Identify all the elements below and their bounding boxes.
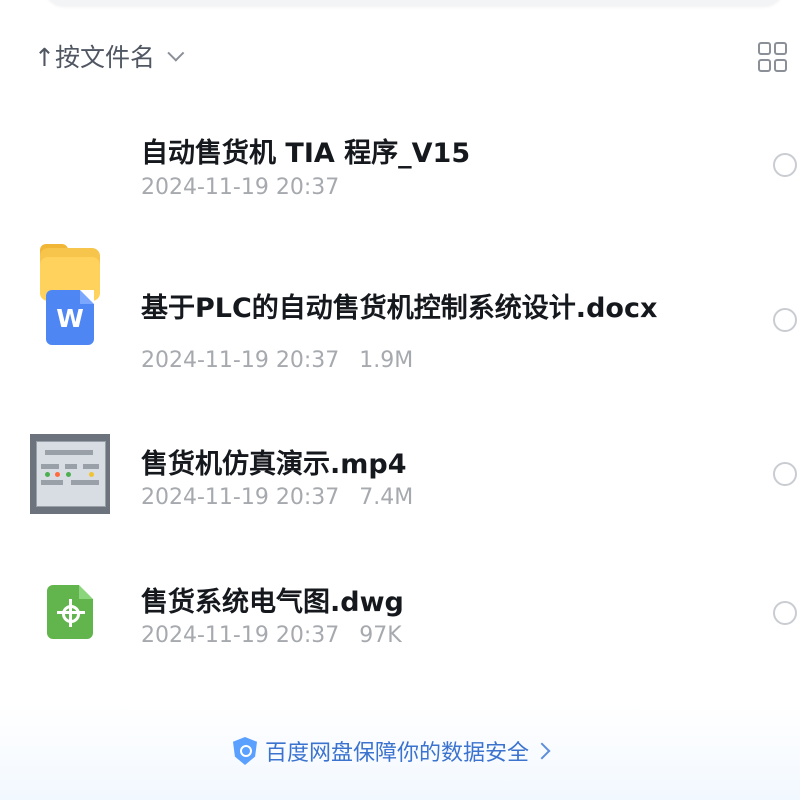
file-row-dwg[interactable]: 售货系统电气图.dwg 2024-11-19 20:37 97K bbox=[0, 570, 800, 690]
file-row-folder[interactable]: 自动售货机 TIA 程序_V15 2024-11-19 20:37 bbox=[0, 112, 800, 301]
data-security-link[interactable]: 百度网盘保障你的数据安全 bbox=[233, 734, 551, 768]
grid-view-icon[interactable] bbox=[758, 42, 788, 72]
word-icon: W bbox=[46, 290, 94, 345]
file-name: 基于PLC的自动售货机控制系统设计.docx bbox=[141, 293, 658, 324]
dwg-icon bbox=[47, 585, 93, 639]
thumbnail-control bbox=[65, 464, 77, 469]
shield-icon bbox=[233, 737, 257, 765]
file-size: 7.4M bbox=[359, 485, 414, 510]
grid-cell-icon bbox=[774, 59, 787, 72]
grid-cell-icon bbox=[774, 42, 787, 55]
chevron-down-icon bbox=[167, 44, 185, 62]
video-thumbnail-icon bbox=[30, 434, 110, 514]
dwg-icon-fold bbox=[79, 585, 93, 599]
security-text: 百度网盘保障你的数据安全 bbox=[265, 741, 530, 766]
file-size: 97K bbox=[359, 623, 402, 648]
file-date: 2024-11-19 20:37 bbox=[141, 623, 340, 648]
file-name: 自动售货机 TIA 程序_V15 bbox=[141, 138, 471, 169]
status-light-icon bbox=[55, 472, 60, 477]
file-size: 1.9M bbox=[359, 348, 414, 373]
file-date: 2024-11-19 20:37 bbox=[141, 485, 340, 510]
file-date: 2024-11-19 20:37 bbox=[141, 348, 340, 373]
status-light-icon bbox=[66, 472, 71, 477]
sort-by-name-button[interactable]: ↑按文件名 bbox=[34, 36, 185, 76]
file-row-docx[interactable]: W 基于PLC的自动售货机控制系统设计.docx 2024-11-19 20:3… bbox=[0, 266, 800, 386]
file-list-page: ↑按文件名 自动售货机 TIA 程序_V15 2024-11-19 20:37 … bbox=[0, 0, 800, 800]
crosshair-ring bbox=[62, 605, 80, 623]
file-row-video[interactable]: 售货机仿真演示.mp4 2024-11-19 20:37 7.4M bbox=[0, 432, 800, 552]
thumbnail-control bbox=[41, 480, 63, 485]
thumbnail-control bbox=[71, 480, 99, 485]
select-radio[interactable] bbox=[773, 308, 797, 332]
thumbnail-control bbox=[83, 464, 99, 469]
file-date: 2024-11-19 20:37 bbox=[141, 175, 340, 200]
sort-label: ↑按文件名 bbox=[34, 43, 155, 72]
thumbnail-panel bbox=[36, 441, 106, 507]
file-meta: 2024-11-19 20:37 97K bbox=[141, 623, 402, 648]
file-name: 售货机仿真演示.mp4 bbox=[141, 449, 407, 480]
status-light-icon bbox=[89, 472, 94, 477]
search-bar-edge[interactable] bbox=[44, 0, 784, 6]
file-meta: 2024-11-19 20:37 1.9M bbox=[141, 348, 413, 373]
grid-cell-icon bbox=[758, 42, 771, 55]
chevron-right-icon bbox=[533, 742, 551, 760]
select-radio[interactable] bbox=[773, 462, 797, 486]
file-meta: 2024-11-19 20:37 7.4M bbox=[141, 485, 413, 510]
shield-mark bbox=[240, 745, 252, 757]
select-radio[interactable] bbox=[773, 601, 797, 625]
select-radio[interactable] bbox=[773, 153, 797, 177]
status-light-icon bbox=[45, 472, 50, 477]
word-icon-fold bbox=[80, 290, 94, 304]
thumbnail-control bbox=[41, 464, 59, 469]
thumbnail-header bbox=[45, 450, 93, 455]
file-name: 售货系统电气图.dwg bbox=[141, 587, 404, 618]
grid-cell-icon bbox=[758, 59, 771, 72]
